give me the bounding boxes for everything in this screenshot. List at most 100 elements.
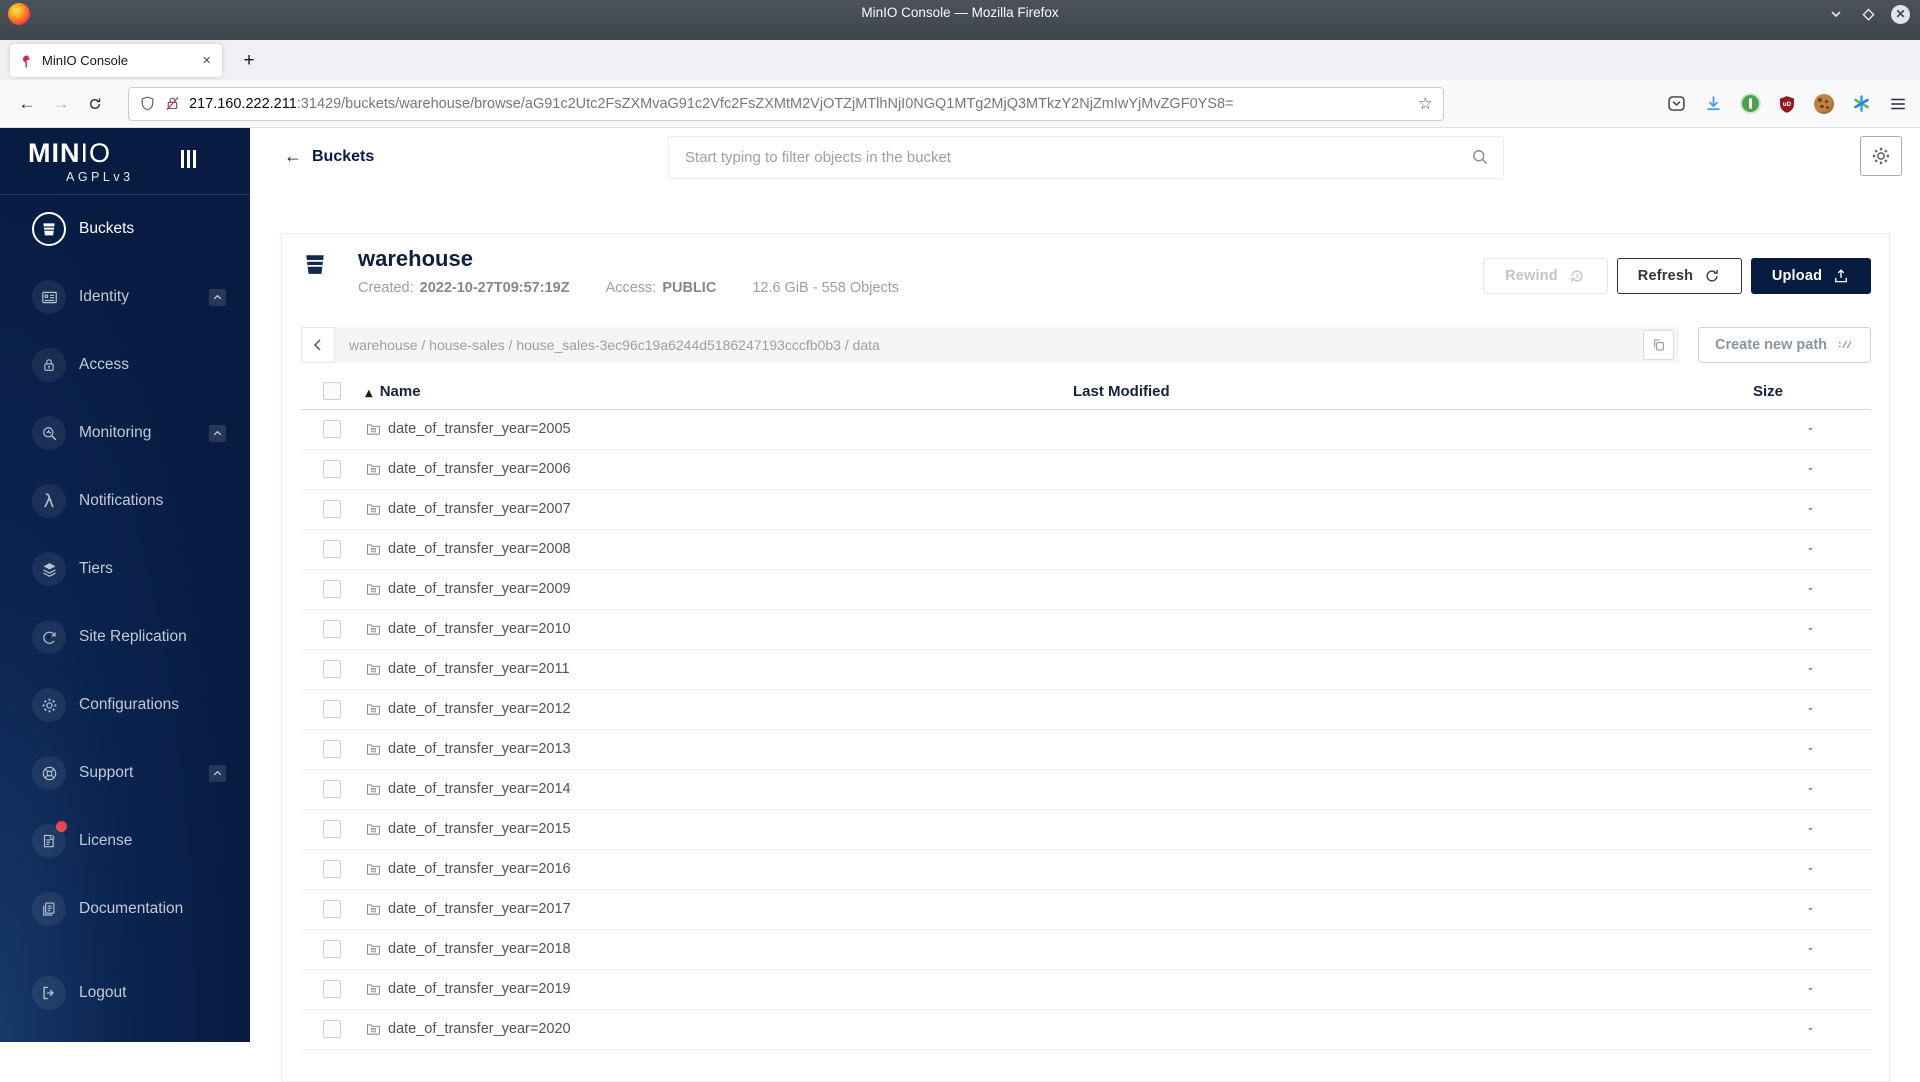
sidebar-item-license[interactable]: License bbox=[0, 807, 250, 875]
browser-reload-button[interactable] bbox=[78, 88, 112, 120]
extension-asterisk-icon[interactable] bbox=[1849, 92, 1873, 116]
column-header-size[interactable]: Size bbox=[1705, 374, 1871, 410]
object-name[interactable]: date_of_transfer_year=2016 bbox=[388, 861, 571, 877]
select-all-checkbox[interactable] bbox=[323, 382, 341, 401]
row-checkbox[interactable] bbox=[323, 980, 341, 998]
insecure-lock-icon[interactable] bbox=[164, 95, 181, 112]
sidebar-item-support[interactable]: Support bbox=[0, 739, 250, 807]
browser-forward-button[interactable]: → bbox=[44, 88, 78, 120]
object-name[interactable]: date_of_transfer_year=2011 bbox=[388, 661, 570, 677]
object-name[interactable]: date_of_transfer_year=2012 bbox=[388, 701, 571, 717]
table-row[interactable]: date_of_transfer_year=2018 - bbox=[301, 929, 1871, 970]
create-new-path-button[interactable]: Create new path bbox=[1698, 327, 1871, 363]
extension-green-icon[interactable] bbox=[1738, 92, 1762, 116]
sidebar-item-logout[interactable]: Logout bbox=[0, 959, 250, 1027]
back-to-buckets-link[interactable]: ← Buckets bbox=[284, 146, 374, 167]
object-name[interactable]: date_of_transfer_year=2020 bbox=[388, 1021, 571, 1037]
object-name[interactable]: date_of_transfer_year=2015 bbox=[388, 821, 571, 837]
table-row[interactable]: date_of_transfer_year=2019 - bbox=[301, 969, 1871, 1010]
sidebar-item-tiers[interactable]: Tiers bbox=[0, 535, 250, 603]
sidebar-item-notifications[interactable]: λ Notifications bbox=[0, 467, 250, 535]
row-checkbox[interactable] bbox=[323, 580, 341, 598]
column-header-name[interactable]: ▲ Name bbox=[365, 374, 1065, 410]
object-name[interactable]: date_of_transfer_year=2006 bbox=[388, 461, 571, 477]
sidebar-item-configurations[interactable]: Configurations bbox=[0, 671, 250, 739]
table-row[interactable]: date_of_transfer_year=2005 - bbox=[301, 409, 1871, 450]
sidebar-item-identity[interactable]: Identity bbox=[0, 263, 250, 331]
row-checkbox[interactable] bbox=[323, 460, 341, 478]
object-filter-input[interactable] bbox=[668, 136, 1504, 179]
sidebar-item-buckets[interactable]: Buckets bbox=[0, 195, 250, 263]
chevron-up-icon[interactable] bbox=[209, 288, 226, 306]
object-name[interactable]: date_of_transfer_year=2009 bbox=[388, 581, 571, 597]
rewind-button[interactable]: Rewind bbox=[1483, 258, 1608, 294]
sidebar-collapse-icon[interactable] bbox=[181, 150, 196, 168]
table-row[interactable]: date_of_transfer_year=2007 - bbox=[301, 489, 1871, 530]
sidebar-item-documentation[interactable]: Documentation bbox=[0, 875, 250, 943]
table-row[interactable]: date_of_transfer_year=2017 - bbox=[301, 889, 1871, 930]
url-bar[interactable]: 217.160.222.211:31429/buckets/warehouse/… bbox=[128, 86, 1444, 121]
url-text[interactable]: 217.160.222.211:31429/buckets/warehouse/… bbox=[189, 96, 1410, 112]
row-checkbox[interactable] bbox=[323, 1020, 341, 1038]
pocket-icon[interactable] bbox=[1664, 92, 1688, 116]
object-name[interactable]: date_of_transfer_year=2007 bbox=[388, 501, 571, 517]
settings-gear-button[interactable] bbox=[1860, 136, 1902, 176]
chevron-up-icon[interactable] bbox=[209, 764, 226, 782]
table-row[interactable]: date_of_transfer_year=2011 - bbox=[301, 649, 1871, 690]
cookie-icon[interactable] bbox=[1812, 92, 1836, 116]
row-checkbox[interactable] bbox=[323, 780, 341, 798]
breadcrumb[interactable]: warehouse / house-sales / house_sales-3e… bbox=[349, 337, 1643, 353]
download-icon[interactable] bbox=[1701, 92, 1725, 116]
table-row[interactable]: date_of_transfer_year=2013 - bbox=[301, 729, 1871, 770]
tab-minio-console[interactable]: MinIO Console × bbox=[10, 44, 222, 77]
table-row[interactable]: date_of_transfer_year=2016 - bbox=[301, 849, 1871, 890]
object-name[interactable]: date_of_transfer_year=2010 bbox=[388, 621, 571, 637]
row-checkbox[interactable] bbox=[323, 540, 341, 558]
table-row[interactable]: date_of_transfer_year=2006 - bbox=[301, 449, 1871, 490]
row-checkbox[interactable] bbox=[323, 420, 341, 438]
window-minimize-icon[interactable] bbox=[1827, 5, 1845, 23]
bookmark-star-icon[interactable]: ☆ bbox=[1418, 94, 1433, 114]
ublock-shield-icon[interactable]: uD bbox=[1775, 92, 1799, 116]
object-name[interactable]: date_of_transfer_year=2014 bbox=[388, 781, 571, 797]
table-row[interactable]: date_of_transfer_year=2014 - bbox=[301, 769, 1871, 810]
sidebar-item-label: Support bbox=[79, 764, 134, 781]
tab-close-icon[interactable]: × bbox=[199, 52, 214, 69]
new-tab-button[interactable]: + bbox=[236, 48, 262, 74]
row-checkbox[interactable] bbox=[323, 660, 341, 678]
upload-button[interactable]: Upload bbox=[1751, 258, 1871, 294]
table-row[interactable]: date_of_transfer_year=2008 - bbox=[301, 529, 1871, 570]
object-name[interactable]: date_of_transfer_year=2019 bbox=[388, 981, 571, 997]
sidebar-item-site-replication[interactable]: Site Replication bbox=[0, 603, 250, 671]
table-row[interactable]: date_of_transfer_year=2020 - bbox=[301, 1009, 1871, 1050]
chevron-up-icon[interactable] bbox=[209, 424, 226, 442]
browser-back-button[interactable]: ← bbox=[10, 88, 44, 120]
shield-icon[interactable] bbox=[139, 95, 156, 112]
sidebar-item-monitoring[interactable]: Monitoring bbox=[0, 399, 250, 467]
object-name[interactable]: date_of_transfer_year=2018 bbox=[388, 941, 571, 957]
window-maximize-icon[interactable] bbox=[1859, 5, 1877, 23]
column-header-last-modified[interactable]: Last Modified bbox=[1065, 374, 1705, 410]
row-checkbox[interactable] bbox=[323, 740, 341, 758]
path-back-button[interactable] bbox=[301, 327, 335, 363]
window-close-icon[interactable]: ✕ bbox=[1891, 4, 1910, 24]
row-checkbox[interactable] bbox=[323, 940, 341, 958]
row-checkbox[interactable] bbox=[323, 820, 341, 838]
copy-path-button[interactable] bbox=[1643, 330, 1674, 360]
object-name[interactable]: date_of_transfer_year=2005 bbox=[388, 421, 571, 437]
table-row[interactable]: date_of_transfer_year=2015 - bbox=[301, 809, 1871, 850]
menu-hamburger-icon[interactable] bbox=[1886, 92, 1910, 116]
row-checkbox[interactable] bbox=[323, 620, 341, 638]
sidebar-item-access[interactable]: Access bbox=[0, 331, 250, 399]
row-checkbox[interactable] bbox=[323, 700, 341, 718]
row-checkbox[interactable] bbox=[323, 500, 341, 518]
object-name[interactable]: date_of_transfer_year=2008 bbox=[388, 541, 571, 557]
table-row[interactable]: date_of_transfer_year=2010 - bbox=[301, 609, 1871, 650]
row-checkbox[interactable] bbox=[323, 900, 341, 918]
object-name[interactable]: date_of_transfer_year=2013 bbox=[388, 741, 571, 757]
row-checkbox[interactable] bbox=[323, 860, 341, 878]
table-row[interactable]: date_of_transfer_year=2009 - bbox=[301, 569, 1871, 610]
object-name[interactable]: date_of_transfer_year=2017 bbox=[388, 901, 571, 917]
table-row[interactable]: date_of_transfer_year=2012 - bbox=[301, 689, 1871, 730]
refresh-button[interactable]: Refresh bbox=[1617, 258, 1742, 294]
